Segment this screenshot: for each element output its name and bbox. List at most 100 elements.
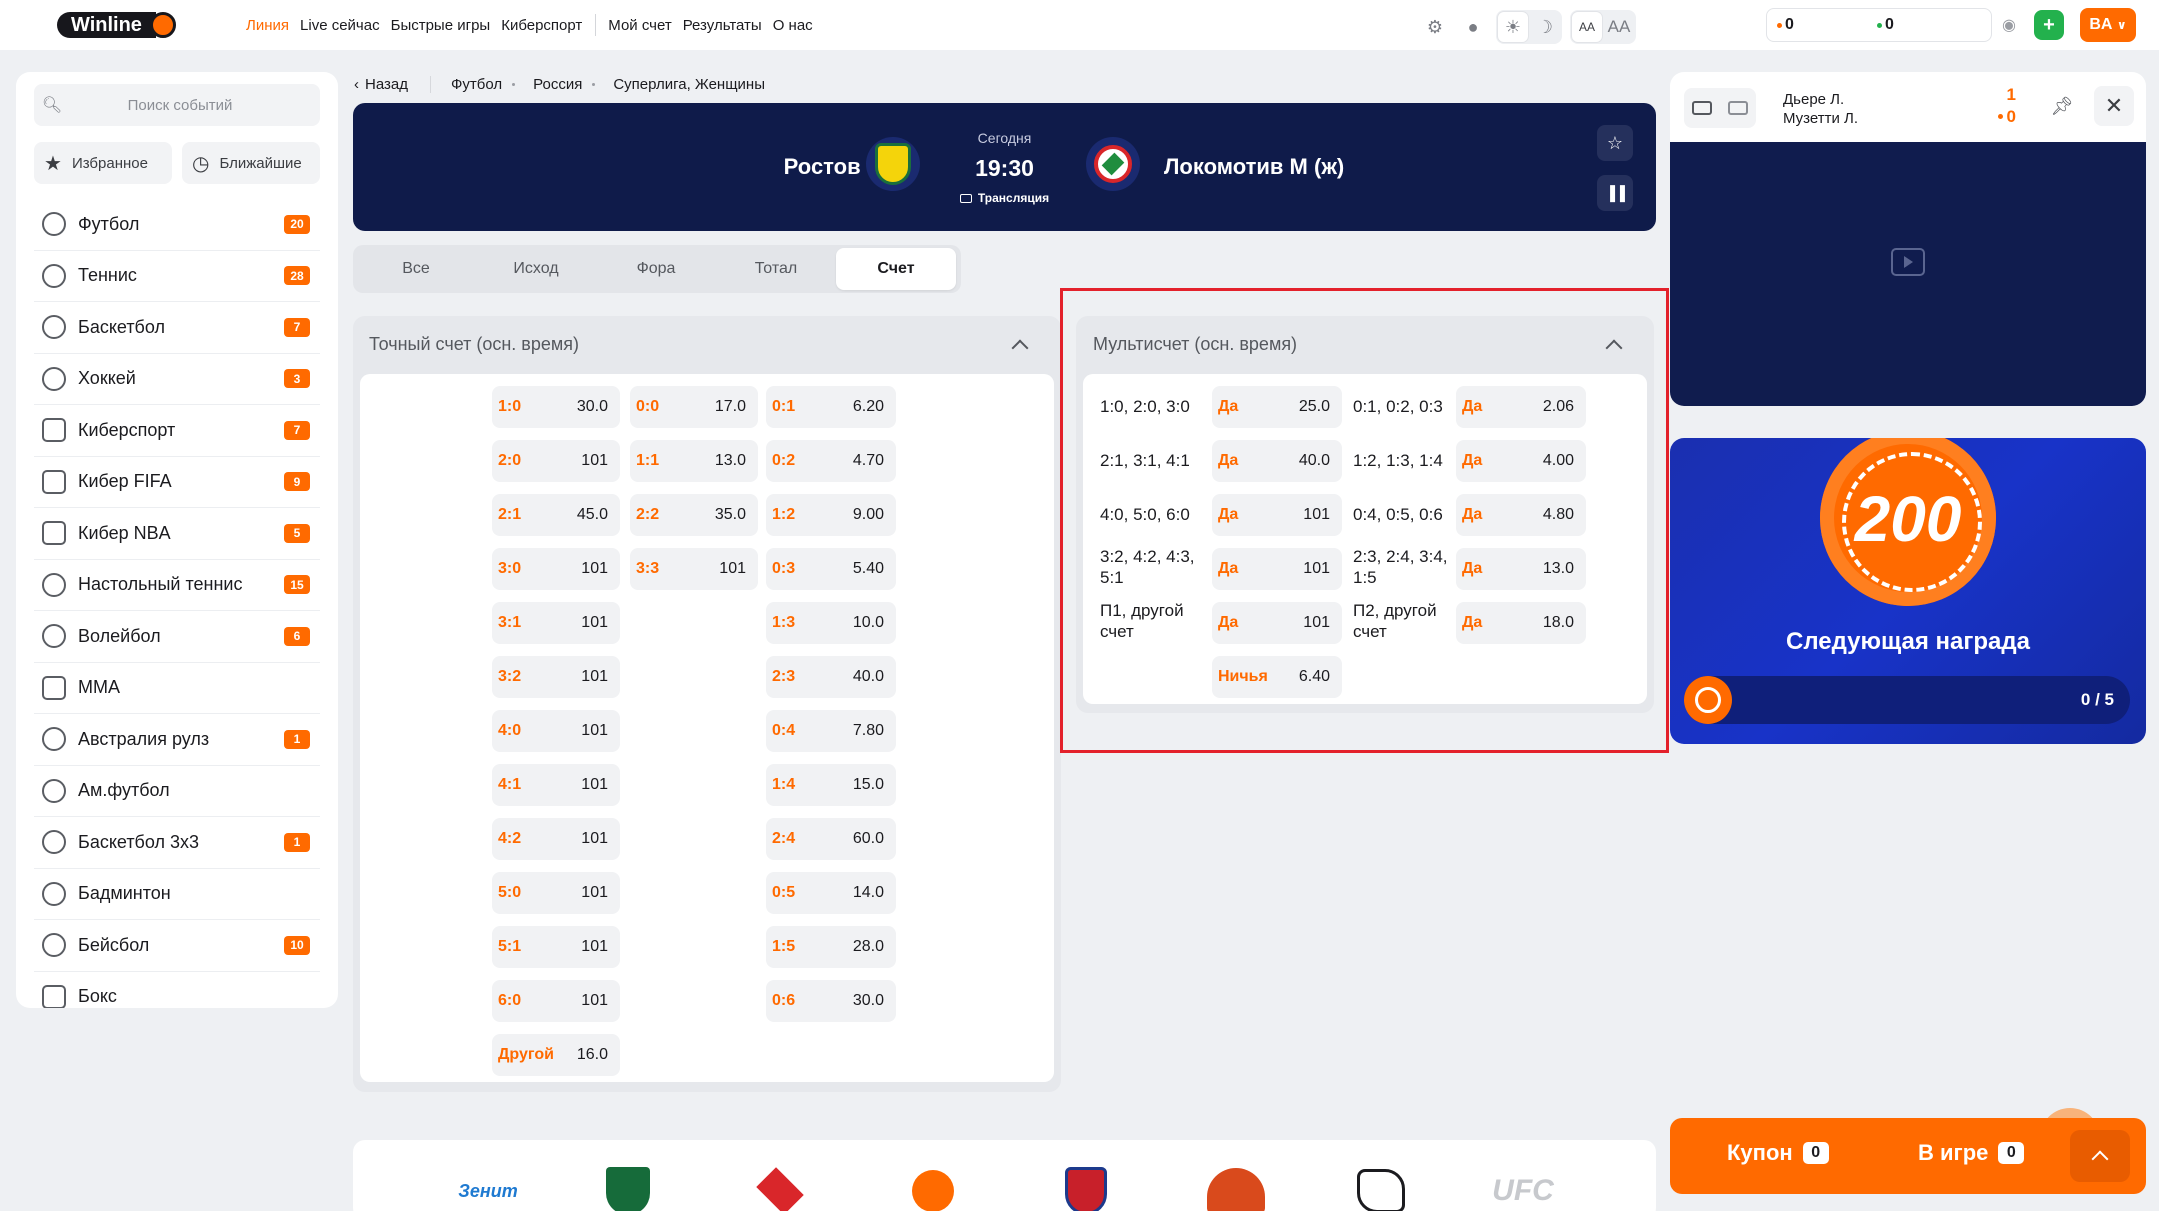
tab-total[interactable]: Тотал <box>716 248 836 290</box>
reward-progress-bar: 0 / 5 <box>1684 676 2130 724</box>
nav-live[interactable]: Live сейчас <box>300 17 380 34</box>
sidebar-item-cyber-fifa[interactable]: Кибер FIFA 9 <box>34 457 320 508</box>
sidebar-item-american-football[interactable]: Ам.футбол <box>34 766 320 817</box>
cska-logo[interactable] <box>1061 1166 1111 1211</box>
play-icon[interactable] <box>1891 248 1925 276</box>
in-game-button[interactable]: В игре 0 <box>1918 1140 2025 1166</box>
nav-fast-games[interactable]: Быстрые игры <box>391 17 491 34</box>
chevron-up-icon[interactable] <box>2070 1130 2130 1182</box>
odd-button[interactable]: 1:2 9.00 <box>766 494 896 536</box>
odd-button[interactable]: 5:0 101 <box>492 872 620 914</box>
odd-button[interactable]: 4:0 101 <box>492 710 620 752</box>
close-icon[interactable]: ✕ <box>2094 86 2134 126</box>
odd-button[interactable]: 3:1 101 <box>492 602 620 644</box>
nav-results[interactable]: Результаты <box>683 17 762 34</box>
favorites-button[interactable]: ★ Избранное <box>34 142 172 184</box>
nav-esports[interactable]: Киберспорт <box>501 17 582 34</box>
tab-all[interactable]: Все <box>356 248 476 290</box>
virtus-pro-logo[interactable] <box>1353 1166 1409 1211</box>
odd-button[interactable]: 4:1 101 <box>492 764 620 806</box>
sidebar-item-badminton[interactable]: Бадминтон <box>34 869 320 920</box>
exact-score-title[interactable]: Точный счет (осн. время) <box>353 316 579 372</box>
breadcrumb-country[interactable]: Россия <box>533 76 582 93</box>
odd-button[interactable]: 5:1 101 <box>492 926 620 968</box>
zenit-logo[interactable]: Зенит <box>453 1166 523 1211</box>
tab-handicap[interactable]: Фора <box>596 248 716 290</box>
nearest-button[interactable]: ◷ Ближайшие <box>182 142 320 184</box>
euroleague-logo[interactable] <box>908 1166 958 1211</box>
odd-button[interactable]: 2:2 35.0 <box>630 494 758 536</box>
sidebar-item-cyber-nba[interactable]: Кибер NBA 5 <box>34 508 320 560</box>
sidebar-item-volleyball[interactable]: Волейбол 6 <box>34 611 320 663</box>
video-player[interactable] <box>1670 142 2146 406</box>
sidebar-item-basketball[interactable]: Баскетбол 7 <box>34 302 320 354</box>
odd-button[interactable]: 2:1 45.0 <box>492 494 620 536</box>
sidebar-item-boxing[interactable]: Бокс <box>34 972 320 1008</box>
odd-button[interactable]: 3:2 101 <box>492 656 620 698</box>
moon-icon[interactable]: ☽ <box>1530 12 1560 42</box>
back-button[interactable]: ‹ Назад <box>354 75 431 93</box>
video-mode-icon[interactable] <box>1692 101 1712 115</box>
odd-button[interactable]: 0:3 5.40 <box>766 548 896 590</box>
font-small-button[interactable]: AA <box>1572 12 1602 42</box>
odd-button[interactable]: 1:5 28.0 <box>766 926 896 968</box>
apple-icon[interactable]: ● <box>1458 12 1488 42</box>
search-input[interactable] <box>70 96 290 114</box>
field-mode-icon[interactable] <box>1728 101 1748 115</box>
chevron-up-icon[interactable] <box>1009 334 1031 356</box>
sidebar-item-mma[interactable]: MMA <box>34 663 320 714</box>
odd-button[interactable]: 1:0 30.0 <box>492 386 620 428</box>
unics-logo[interactable] <box>1203 1166 1269 1211</box>
coupon-button[interactable]: Купон 0 <box>1727 1140 1829 1166</box>
stats-button[interactable]: ▐▐ <box>1597 175 1633 211</box>
odd-button[interactable]: 0:1 6.20 <box>766 386 896 428</box>
sidebar-item-esports[interactable]: Киберспорт 7 <box>34 405 320 457</box>
odd-button[interactable]: 0:2 4.70 <box>766 440 896 482</box>
odd-button[interactable]: 2:0 101 <box>492 440 620 482</box>
odd-button[interactable]: Другой 16.0 <box>492 1034 620 1076</box>
sun-icon[interactable]: ☀ <box>1498 12 1528 42</box>
krasnodar-logo[interactable] <box>603 1166 653 1211</box>
nav-about[interactable]: О нас <box>773 17 813 34</box>
android-icon[interactable]: ⚙ <box>1420 12 1450 42</box>
balance-box[interactable]: 0 0 <box>1766 8 1992 42</box>
odd-button[interactable]: 0:6 30.0 <box>766 980 896 1022</box>
favorite-star-button[interactable]: ☆ <box>1597 125 1633 161</box>
odd-button[interactable]: 2:3 40.0 <box>766 656 896 698</box>
stream-link[interactable]: Трансляция <box>353 191 1656 205</box>
sidebar-item-aussie-rules[interactable]: Австралия рулз 1 <box>34 714 320 766</box>
sidebar-item-football[interactable]: Футбол 20 <box>34 199 320 251</box>
nav-line[interactable]: Линия <box>246 17 289 34</box>
reward-banner[interactable]: 200 Следующая награда 0 / 5 <box>1670 438 2146 744</box>
font-large-button[interactable]: AA <box>1604 12 1634 42</box>
odd-button[interactable]: 4:2 101 <box>492 818 620 860</box>
pin-icon[interactable]: 📌︎ <box>2042 86 2082 126</box>
coupon-bar[interactable]: Купон 0 В игре 0 <box>1670 1118 2146 1194</box>
eye-icon[interactable]: ◉ <box>1994 10 2024 40</box>
spartak-logo[interactable] <box>743 1166 817 1211</box>
ufc-logo[interactable]: UFC <box>1483 1166 1563 1211</box>
deposit-plus-button[interactable]: + <box>2034 10 2064 40</box>
odd-button[interactable]: 1:1 13.0 <box>630 440 758 482</box>
tab-score[interactable]: Счет <box>836 248 956 290</box>
odd-button[interactable]: 0:0 17.0 <box>630 386 758 428</box>
nav-my-account[interactable]: Мой счет <box>608 17 671 34</box>
odd-button[interactable]: 1:4 15.0 <box>766 764 896 806</box>
sidebar-item-hockey[interactable]: Хоккей 3 <box>34 354 320 405</box>
breadcrumb-league[interactable]: Суперлига, Женщины <box>613 76 765 93</box>
user-menu-button[interactable]: BA ∨ <box>2080 8 2136 42</box>
odd-button[interactable]: 1:3 10.0 <box>766 602 896 644</box>
odd-button[interactable]: 0:4 7.80 <box>766 710 896 752</box>
sidebar-item-tennis[interactable]: Теннис 28 <box>34 251 320 302</box>
odd-button[interactable]: 2:4 60.0 <box>766 818 896 860</box>
winline-logo[interactable]: Winline <box>57 12 176 38</box>
sidebar-item-table-tennis[interactable]: Настольный теннис 15 <box>34 560 320 611</box>
tab-outcome[interactable]: Исход <box>476 248 596 290</box>
odd-button[interactable]: 3:0 101 <box>492 548 620 590</box>
sidebar-item-basketball-3x3[interactable]: Баскетбол 3х3 1 <box>34 817 320 869</box>
odd-button[interactable]: 0:5 14.0 <box>766 872 896 914</box>
odd-button[interactable]: 3:3 101 <box>630 548 758 590</box>
breadcrumb-sport[interactable]: Футбол <box>451 76 502 93</box>
odd-button[interactable]: 6:0 101 <box>492 980 620 1022</box>
sidebar-item-baseball[interactable]: Бейсбол 10 <box>34 920 320 972</box>
